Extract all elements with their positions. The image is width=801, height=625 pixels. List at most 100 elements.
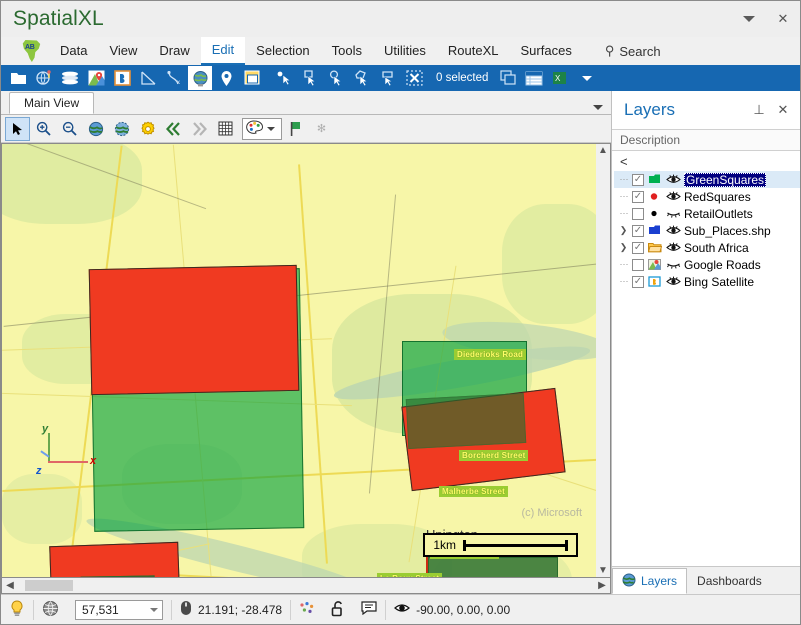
bing-maps-icon[interactable] (110, 66, 134, 90)
menu-item-routexl[interactable]: RouteXL (437, 38, 510, 64)
zoom-extent-globe-icon[interactable] (83, 117, 108, 141)
close-button[interactable]: ✕ (766, 4, 800, 34)
selection-count-label: 0 selected (436, 72, 489, 84)
app-icon-label: AB (25, 44, 35, 51)
select-polygon-icon[interactable] (350, 66, 374, 90)
globe-pin-icon[interactable] (32, 66, 56, 90)
menu-item-view[interactable]: View (98, 38, 148, 64)
settings-gear-icon[interactable] (135, 117, 160, 141)
menu-item-tools[interactable]: Tools (321, 38, 373, 64)
globe-icon (622, 573, 636, 590)
green-flag-icon[interactable] (283, 117, 308, 141)
previous-view-icon[interactable] (161, 117, 186, 141)
google-maps-icon[interactable] (84, 66, 108, 90)
color-palette-button[interactable] (242, 117, 282, 140)
zoom-out-icon[interactable] (57, 117, 82, 141)
visibility-eye-icon[interactable] (665, 224, 681, 237)
status-hint[interactable] (1, 595, 33, 624)
tree-collapse-toggle[interactable]: < (612, 151, 800, 171)
scrollbar-thumb[interactable] (25, 580, 73, 591)
scroll-down-icon[interactable]: ▼ (598, 564, 608, 577)
scroll-right-icon[interactable]: ▶ (594, 580, 610, 591)
visibility-eye-icon[interactable] (665, 190, 681, 203)
map-polygon-green[interactable] (428, 557, 558, 577)
layer-checkbox[interactable] (632, 207, 644, 220)
pin-icon[interactable]: ⊥ (748, 99, 770, 121)
menu-item-utilities[interactable]: Utilities (373, 38, 437, 64)
map-polygon-red[interactable] (49, 541, 182, 577)
layer-checkbox[interactable] (632, 275, 644, 288)
copy-selection-icon[interactable] (496, 66, 520, 90)
window-layout-icon[interactable] (240, 66, 264, 90)
clear-selection-icon[interactable] (402, 66, 426, 90)
export-excel-icon[interactable]: X (548, 66, 572, 90)
expand-icon[interactable]: ❯ (618, 242, 629, 253)
layer-checkbox[interactable] (632, 224, 644, 237)
layer-row-sub-places[interactable]: ❯ Sub_Places.shp (614, 222, 800, 239)
menu-item-data[interactable]: Data (49, 38, 98, 64)
close-icon[interactable]: ✕ (772, 99, 794, 121)
status-projection[interactable] (34, 595, 67, 624)
curve-tool-icon[interactable]: x (162, 66, 186, 90)
tab-main-view[interactable]: Main View (9, 92, 95, 114)
view-tabs-overflow-icon[interactable] (593, 105, 603, 110)
visibility-eye-closed-icon[interactable] (665, 207, 681, 220)
map-canvas[interactable]: Upington Diederioks Road Borcherd Street… (1, 143, 596, 578)
map-vertical-scrollbar[interactable]: ▲ ▼ (596, 143, 611, 578)
menu-item-draw[interactable]: Draw (148, 38, 200, 64)
chevron-down-icon[interactable] (267, 126, 275, 131)
status-message[interactable] (353, 595, 385, 624)
map-polygon-green[interactable] (405, 392, 527, 450)
scroll-up-icon[interactable]: ▲ (598, 144, 608, 157)
menu-item-edit[interactable]: Edit (200, 37, 246, 65)
select-box-icon[interactable] (376, 66, 400, 90)
menu-item-surfaces[interactable]: Surfaces (510, 38, 583, 64)
zoom-layer-globe-icon[interactable] (109, 117, 134, 141)
visibility-eye-icon[interactable] (665, 173, 681, 186)
layer-row-greensquares[interactable]: ⋯ GreenSquares (614, 171, 800, 188)
tab-dashboards[interactable]: Dashboards (687, 568, 772, 594)
menu-item-selection[interactable]: Selection (245, 38, 320, 64)
status-points[interactable] (291, 595, 323, 624)
status-scale[interactable]: 57,531 (67, 595, 171, 624)
open-folder-icon[interactable] (6, 66, 30, 90)
location-pin-icon[interactable] (214, 66, 238, 90)
select-rectangle-icon[interactable] (298, 66, 322, 90)
scroll-left-icon[interactable]: ◀ (2, 580, 18, 591)
attribute-table-icon[interactable] (522, 66, 546, 90)
minimize-button[interactable] (732, 4, 766, 34)
menu-search[interactable]: ⚲ Search (605, 43, 661, 59)
layer-row-redsquares[interactable]: ⋯ RedSquares (614, 188, 800, 205)
star-icon[interactable]: ✻ (309, 117, 334, 141)
zoom-in-icon[interactable] (31, 117, 56, 141)
layer-row-bing-satellite[interactable]: ⋯ Bing S (614, 273, 800, 290)
map-horizontal-scrollbar[interactable]: ◀ ▶ (1, 578, 611, 594)
scale-combo[interactable]: 57,531 (75, 599, 163, 620)
layer-row-south-africa[interactable]: ❯ South (614, 239, 800, 256)
layers-stack-icon[interactable] (58, 66, 82, 90)
layer-row-retailoutlets[interactable]: ⋯ RetailOutlets (614, 205, 800, 222)
layer-checkbox[interactable] (632, 258, 644, 271)
globe-icon[interactable] (188, 66, 212, 90)
layer-row-google-roads[interactable]: ⋯ Google Roads (614, 256, 800, 273)
visibility-eye-icon[interactable] (665, 241, 681, 254)
view-angles-value: -90.00, 0.00, 0.00 (416, 602, 511, 617)
toolbar-overflow-icon[interactable] (582, 75, 593, 81)
pointer-icon[interactable] (5, 116, 30, 141)
select-circle-icon[interactable] (324, 66, 348, 90)
status-lock[interactable] (323, 595, 353, 624)
measure-triangle-icon[interactable] (136, 66, 160, 90)
map-polygon-red[interactable] (88, 264, 300, 396)
grid-icon[interactable] (213, 117, 238, 141)
layer-checkbox[interactable] (632, 173, 644, 186)
select-point-icon[interactable] (272, 66, 296, 90)
layer-checkbox[interactable] (632, 241, 644, 254)
chevron-down-icon[interactable] (150, 607, 158, 612)
visibility-eye-icon[interactable] (665, 275, 681, 288)
expand-icon[interactable]: ❯ (618, 225, 629, 236)
visibility-eye-closed-icon[interactable] (665, 258, 681, 271)
next-view-icon[interactable] (187, 117, 212, 141)
tab-layers[interactable]: Layers (612, 568, 688, 594)
layer-checkbox[interactable] (632, 190, 644, 203)
chevron-down-icon (743, 16, 755, 22)
